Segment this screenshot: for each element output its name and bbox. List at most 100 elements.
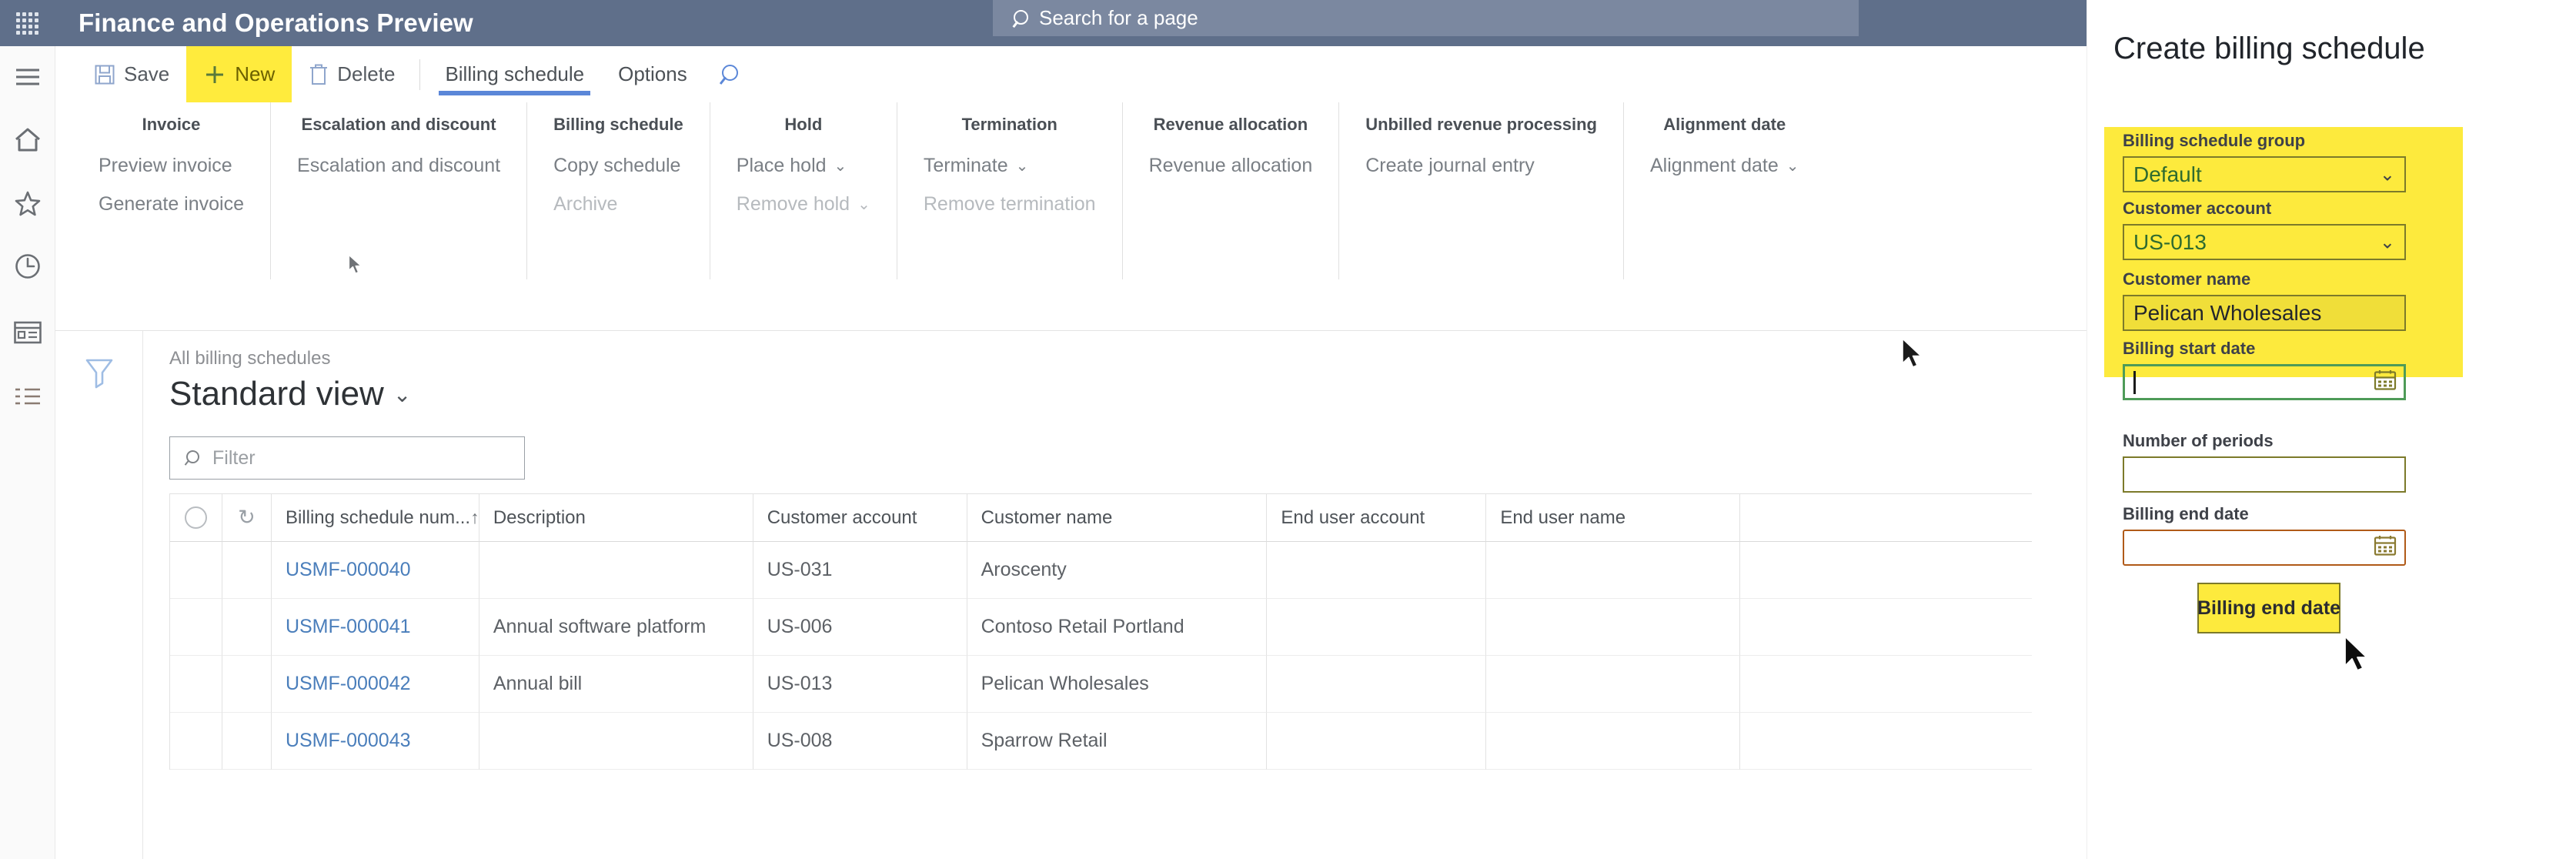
list-icon[interactable] [0, 369, 55, 425]
tab-billing-schedule[interactable]: Billing schedule [428, 46, 601, 102]
cell-description[interactable] [479, 542, 753, 599]
row-indicator [222, 542, 272, 599]
cell-billing-schedule-number[interactable]: USMF-000041 [272, 599, 479, 656]
customer-account-select[interactable]: US-013 ⌄ [2123, 224, 2406, 260]
cell-customer-name[interactable]: Sparrow Retail [967, 713, 1268, 770]
cell-end-user-account[interactable] [1267, 656, 1486, 713]
billing-end-date-input[interactable] [2123, 530, 2406, 566]
cell-spacer [1740, 542, 2032, 599]
global-search-input[interactable]: Search for a page [993, 0, 1859, 36]
alignment-date-button[interactable]: Alignment date⌄ [1650, 155, 1799, 177]
create-journal-entry-button[interactable]: Create journal entry [1365, 155, 1597, 177]
calendar-icon[interactable] [2374, 534, 2397, 561]
terminate-label: Terminate [924, 155, 1008, 177]
select-all-circle-icon[interactable] [170, 494, 222, 542]
ribbon-group-title: Billing schedule [553, 115, 683, 135]
column-header-customer-account[interactable]: Customer account [753, 494, 967, 542]
billing-schedule-link[interactable]: USMF-000042 [286, 673, 411, 695]
preview-invoice-button[interactable]: Preview invoice [99, 155, 244, 177]
cell-end-user-name[interactable] [1486, 713, 1740, 770]
column-header-end-user-name[interactable]: End user name [1486, 494, 1740, 542]
customer-name-input[interactable]: Pelican Wholesales [2123, 295, 2406, 331]
home-icon[interactable] [0, 112, 55, 168]
ribbon-group-alignment-date: Alignment date Alignment date⌄ [1623, 102, 1826, 279]
column-header-customer-name[interactable]: Customer name [967, 494, 1268, 542]
cell-end-user-name[interactable] [1486, 599, 1740, 656]
cell-customer-name[interactable]: Aroscenty [967, 542, 1268, 599]
cell-description[interactable] [479, 713, 753, 770]
chevron-down-icon: ⌄ [393, 382, 411, 407]
column-header-description[interactable]: Description [479, 494, 753, 542]
filter-input[interactable]: Filter [169, 436, 525, 480]
place-hold-button[interactable]: Place hold⌄ [737, 155, 870, 177]
save-button[interactable]: Save [77, 46, 186, 102]
cell-end-user-account[interactable] [1267, 599, 1486, 656]
row-select[interactable] [170, 599, 222, 656]
table-row[interactable]: USMF-000042 Annual bill US-013 Pelican W… [170, 656, 2032, 713]
remove-termination-label: Remove termination [924, 193, 1096, 216]
cell-billing-schedule-number[interactable]: USMF-000042 [272, 656, 479, 713]
save-icon [94, 64, 115, 85]
cell-billing-schedule-number[interactable]: USMF-000040 [272, 542, 479, 599]
app-launcher-icon[interactable] [0, 0, 54, 46]
cell-description[interactable]: Annual bill [479, 656, 753, 713]
cell-customer-account[interactable]: US-008 [753, 713, 967, 770]
terminate-button[interactable]: Terminate⌄ [924, 155, 1096, 177]
column-header-end-user-account[interactable]: End user account [1267, 494, 1486, 542]
chevron-down-icon: ⌄ [857, 197, 870, 212]
row-select[interactable] [170, 713, 222, 770]
cell-customer-name[interactable]: Pelican Wholesales [967, 656, 1268, 713]
clock-icon[interactable] [0, 239, 55, 294]
column-label: Billing schedule num... [286, 507, 470, 529]
table-row[interactable]: USMF-000041 Annual software platform US-… [170, 599, 2032, 656]
remove-hold-button[interactable]: Remove hold⌄ [737, 193, 870, 216]
cell-customer-account[interactable]: US-006 [753, 599, 967, 656]
global-search-placeholder: Search for a page [1039, 6, 1198, 30]
billing-start-date-input[interactable] [2123, 364, 2406, 400]
funnel-filter-icon[interactable] [84, 356, 115, 389]
column-header-billing-schedule-number[interactable]: Billing schedule num... ↑ [272, 494, 479, 542]
ribbon-search-button[interactable] [704, 46, 755, 102]
tab-options[interactable]: Options [601, 46, 704, 102]
view-selector[interactable]: Standard view ⌄ [169, 375, 2087, 413]
calendar-icon[interactable] [2374, 369, 2397, 396]
ribbon-group-title: Termination [962, 115, 1057, 135]
cell-customer-account[interactable]: US-031 [753, 542, 967, 599]
row-select[interactable] [170, 542, 222, 599]
revenue-allocation-button[interactable]: Revenue allocation [1149, 155, 1313, 177]
field-label: Billing end date [2123, 504, 2406, 524]
remove-termination-button[interactable]: Remove termination [924, 193, 1096, 216]
cell-end-user-account[interactable] [1267, 713, 1486, 770]
billing-schedule-link[interactable]: USMF-000041 [286, 616, 411, 638]
billing-schedule-group-select[interactable]: Default ⌄ [2123, 156, 2406, 192]
escalation-and-discount-label: Escalation and discount [297, 155, 500, 177]
delete-button[interactable]: Delete [292, 46, 412, 102]
billing-schedule-group-value: Default [2133, 162, 2202, 187]
billing-schedule-link[interactable]: USMF-000043 [286, 730, 411, 752]
cell-description[interactable]: Annual software platform [479, 599, 753, 656]
billing-schedules-grid: ↻ Billing schedule num... ↑ Description … [169, 493, 2032, 770]
ribbon-group-unbilled-revenue-processing: Unbilled revenue processing Create journ… [1338, 102, 1623, 279]
workspace-icon[interactable] [0, 305, 55, 360]
billing-schedule-link[interactable]: USMF-000040 [286, 559, 411, 581]
tab-options-label: Options [618, 62, 687, 86]
number-of-periods-input[interactable] [2123, 456, 2406, 493]
cell-customer-account[interactable]: US-013 [753, 656, 967, 713]
star-icon[interactable] [0, 175, 55, 231]
generate-invoice-button[interactable]: Generate invoice [99, 193, 244, 216]
copy-schedule-button[interactable]: Copy schedule [553, 155, 683, 177]
cell-customer-name[interactable]: Contoso Retail Portland [967, 599, 1268, 656]
cell-end-user-account[interactable] [1267, 542, 1486, 599]
escalation-and-discount-button[interactable]: Escalation and discount [297, 155, 500, 177]
refresh-icon[interactable]: ↻ [222, 494, 272, 542]
cell-billing-schedule-number[interactable]: USMF-000043 [272, 713, 479, 770]
table-row[interactable]: USMF-000040 US-031 Aroscenty [170, 542, 2032, 599]
row-select[interactable] [170, 656, 222, 713]
archive-button[interactable]: Archive [553, 193, 683, 216]
cell-end-user-name[interactable] [1486, 542, 1740, 599]
cell-end-user-name[interactable] [1486, 656, 1740, 713]
table-row[interactable]: USMF-000043 US-008 Sparrow Retail [170, 713, 2032, 770]
ribbon-group-title: Escalation and discount [302, 115, 496, 135]
hamburger-menu-icon[interactable] [0, 49, 55, 105]
new-button[interactable]: New [186, 46, 292, 102]
